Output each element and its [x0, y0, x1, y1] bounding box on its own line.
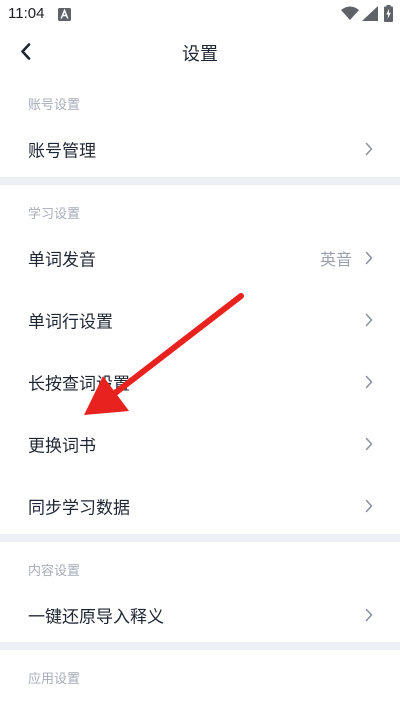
section-header-app: 应用设置: [28, 672, 81, 687]
row-restore-imported-definitions[interactable]: 一键还原导入释义: [0, 584, 400, 646]
chevron-right-icon: [365, 313, 373, 327]
wifi-icon: [341, 6, 359, 20]
section-divider: [0, 534, 400, 542]
section-header-content: 内容设置: [28, 564, 81, 579]
row-label: 单词发音: [28, 250, 96, 271]
section-account: 账号设置 账号管理: [0, 76, 400, 180]
section-content: 内容设置 一键还原导入释义: [0, 542, 400, 646]
row-label: 长按查词设置: [28, 374, 130, 395]
section-divider: [0, 177, 400, 185]
chevron-right-icon: [365, 251, 373, 265]
text-a-icon: [58, 8, 71, 21]
section-header-study: 学习设置: [28, 207, 81, 222]
chevron-right-icon: [365, 499, 373, 513]
row-label: 更换词书: [28, 436, 96, 457]
chevron-right-icon: [365, 142, 373, 156]
section-header-account: 账号设置: [28, 98, 81, 113]
nav-bar: 设置: [0, 28, 400, 76]
chevron-right-icon: [365, 375, 373, 389]
section-app: 应用设置: [0, 650, 400, 692]
section-study: 学习设置 单词发音 英音 单词行设置 长按查词设置 更换词书 同步学习数据: [0, 185, 400, 537]
row-account-management[interactable]: 账号管理: [0, 118, 400, 180]
row-label: 单词行设置: [28, 312, 113, 333]
status-bar: 11:04: [0, 0, 400, 28]
row-change-wordbook[interactable]: 更换词书: [0, 413, 400, 475]
row-word-pronunciation[interactable]: 单词发音 英音: [0, 227, 400, 289]
row-label: 一键还原导入释义: [28, 607, 164, 628]
section-divider: [0, 642, 400, 650]
row-label: 账号管理: [28, 141, 96, 162]
row-sync-study-data[interactable]: 同步学习数据: [0, 475, 400, 537]
row-long-press-lookup[interactable]: 长按查词设置: [0, 351, 400, 413]
row-value-accent: 英音: [319, 250, 352, 269]
row-word-line-settings[interactable]: 单词行设置: [0, 289, 400, 351]
status-time: 11:04: [8, 5, 45, 22]
row-label: 同步学习数据: [28, 498, 130, 519]
chevron-right-icon: [365, 437, 373, 451]
page-title: 设置: [182, 44, 218, 65]
signal-icon: [362, 6, 378, 21]
battery-charging-icon: [384, 5, 393, 22]
chevron-right-icon: [365, 608, 373, 622]
